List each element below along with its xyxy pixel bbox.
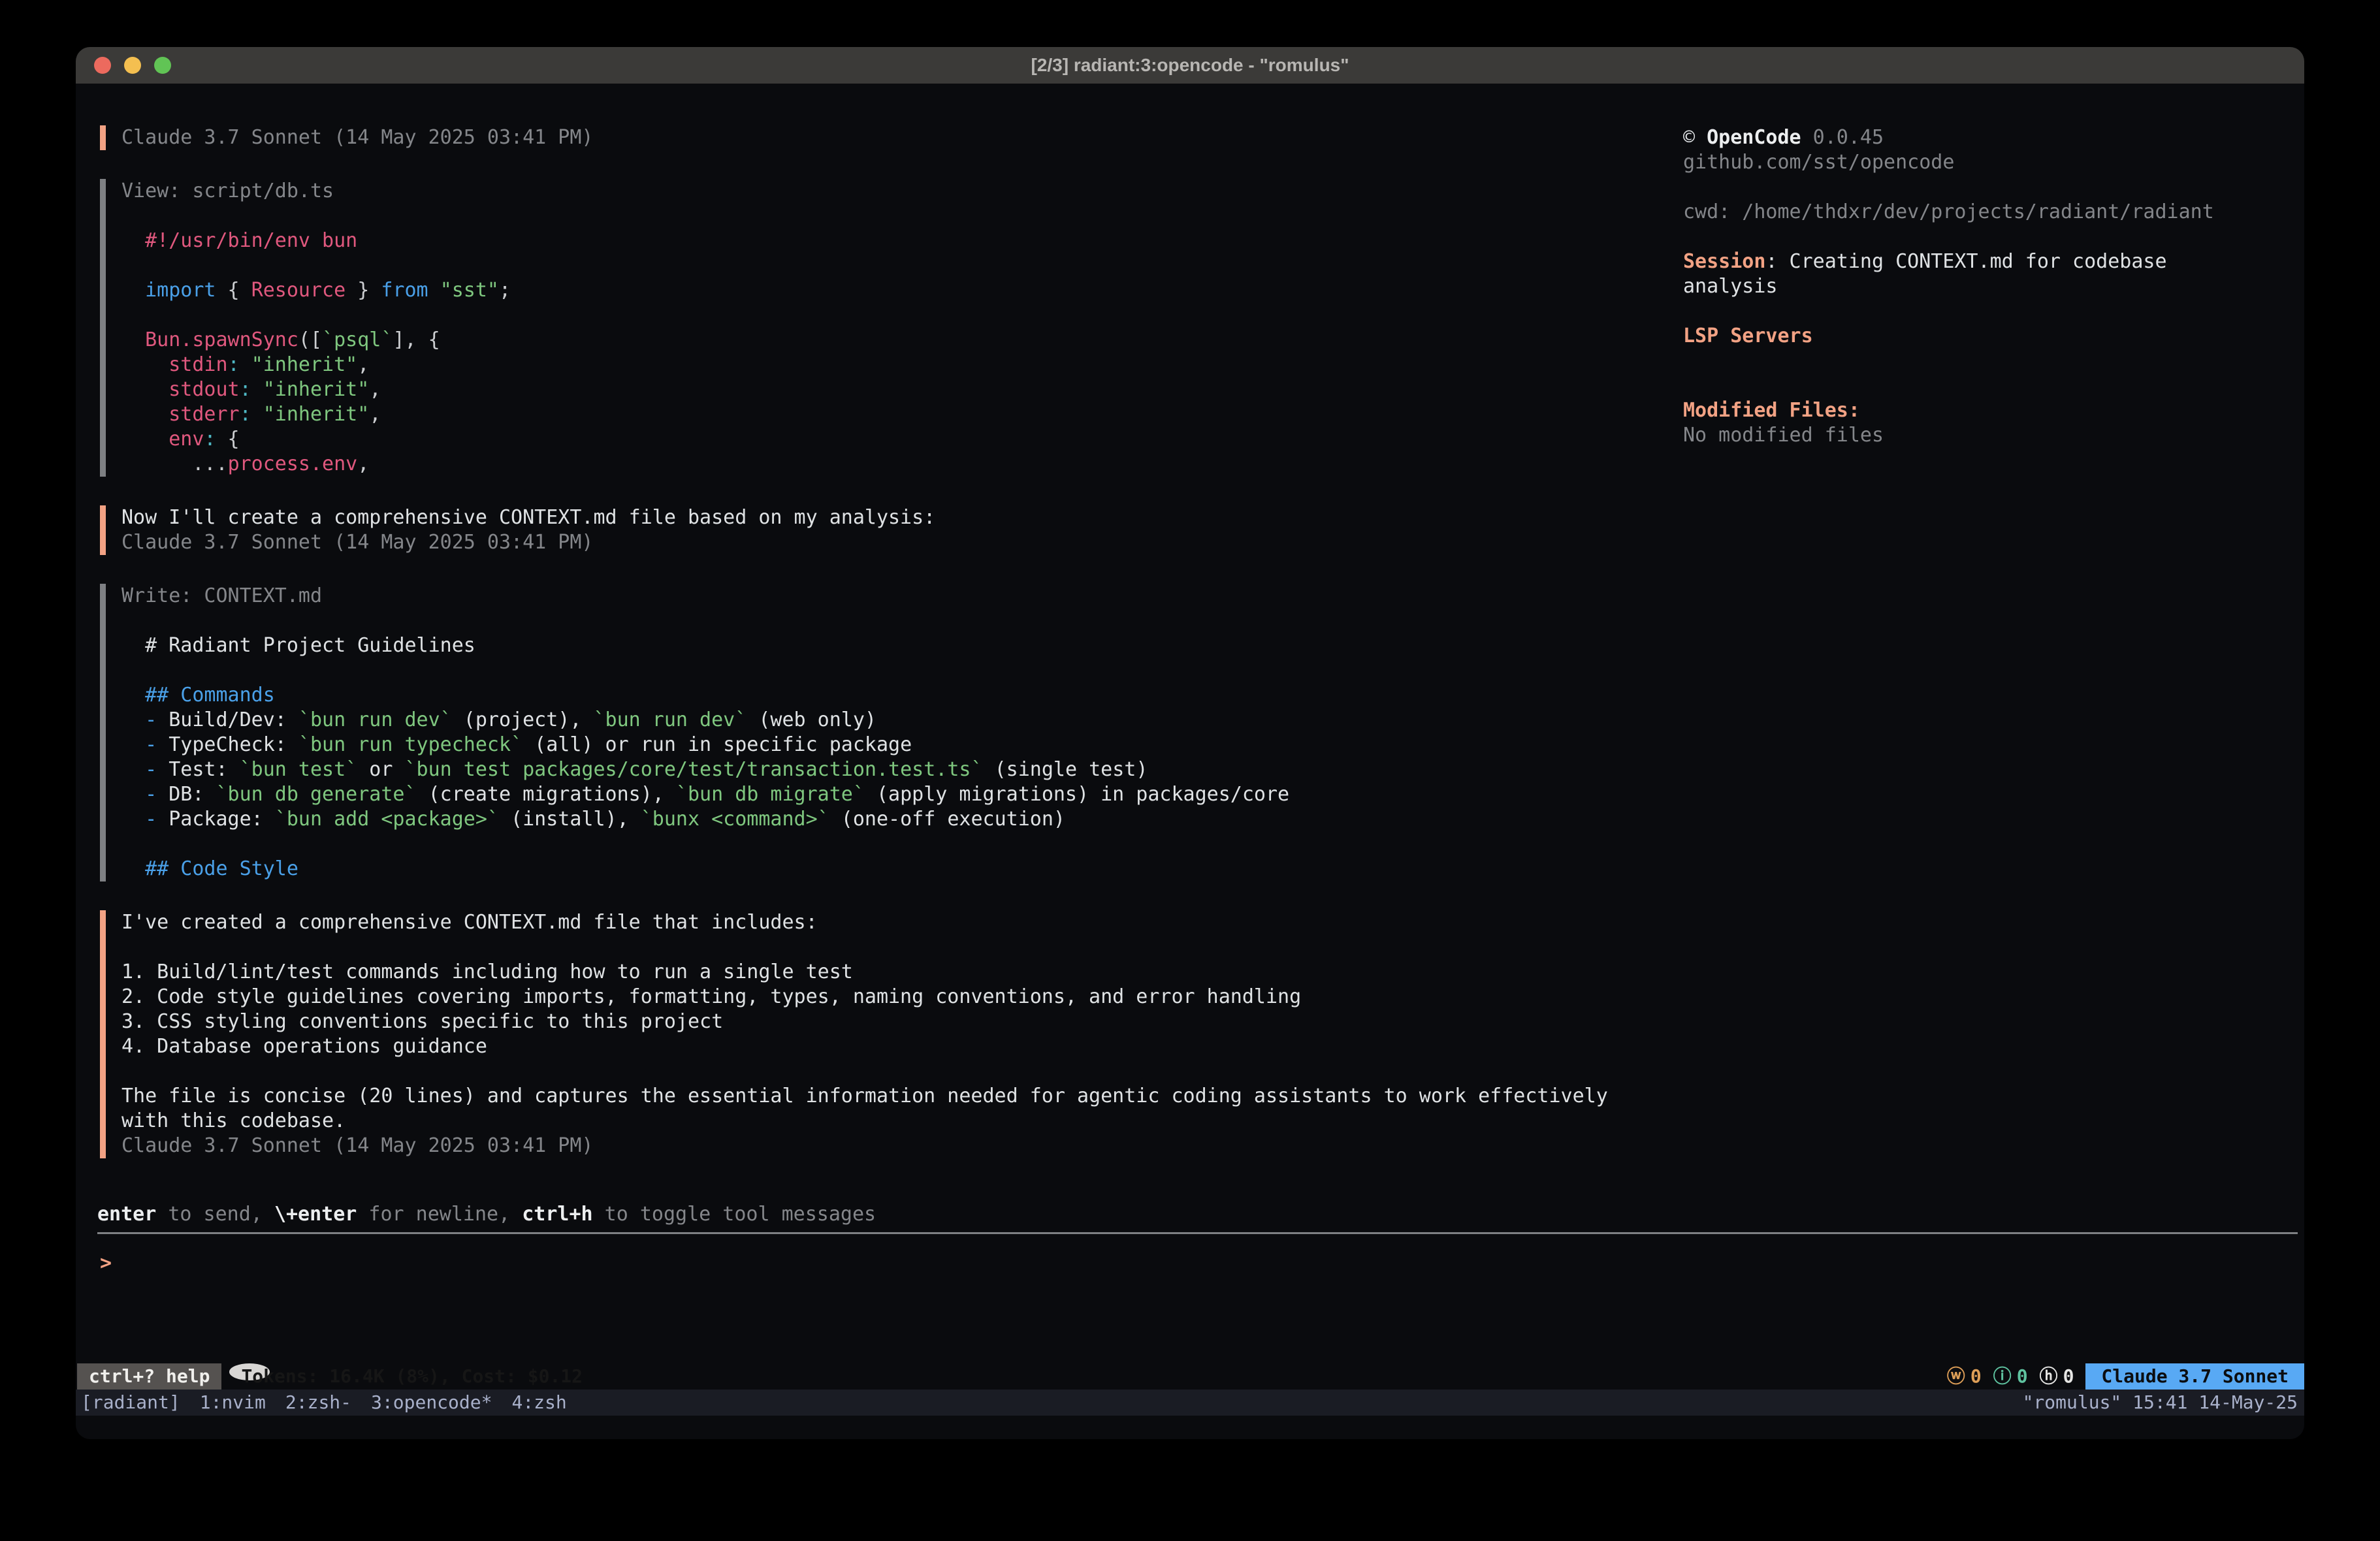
- help-chip: ctrl+? help: [77, 1363, 221, 1390]
- line: [121, 303, 1683, 328]
- line: github.com/sst/opencode: [1683, 150, 2304, 175]
- tmux-window-item[interactable]: 2:zsh-: [285, 1391, 351, 1413]
- line: [1683, 225, 2304, 249]
- line: [121, 935, 1683, 960]
- window-bottom-pad: [76, 1416, 2304, 1439]
- line: stdout: "inherit",: [121, 377, 1683, 402]
- opencode-tui: Claude 3.7 Sonnet (14 May 2025 03:41 PM)…: [76, 84, 2304, 1363]
- diagnostics: ⓦ0 ⓘ0 ⓗ0: [1947, 1363, 2086, 1390]
- line: 1. Build/lint/test commands including ho…: [121, 960, 1683, 985]
- line: with this codebase.: [121, 1109, 1683, 1134]
- main-row: Claude 3.7 Sonnet (14 May 2025 03:41 PM)…: [76, 84, 2304, 1187]
- line: stdin: "inherit",: [121, 353, 1683, 377]
- line: Claude 3.7 Sonnet (14 May 2025 03:41 PM): [121, 1134, 1683, 1158]
- line: [1683, 349, 2304, 373]
- window-titlebar: [2/3] radiant:3:opencode - "romulus": [76, 47, 2304, 84]
- close-button[interactable]: [94, 57, 111, 74]
- line: The file is concise (20 lines) and captu…: [121, 1084, 1683, 1109]
- line: Bun.spawnSync([`psql`], {: [121, 328, 1683, 353]
- line: Write: CONTEXT.md: [121, 584, 1683, 609]
- line: [1683, 175, 2304, 200]
- line: [121, 658, 1683, 683]
- traffic-lights: [94, 47, 171, 84]
- line: [121, 204, 1683, 229]
- line: ...process.env,: [121, 452, 1683, 477]
- line: 3. CSS styling conventions specific to t…: [121, 1009, 1683, 1034]
- line: ## Commands: [121, 683, 1683, 708]
- assistant-message-block: Claude 3.7 Sonnet (14 May 2025 03:41 PM): [100, 125, 1683, 150]
- tmux-window-item[interactable]: 3:opencode*: [371, 1391, 492, 1413]
- line: Modified Files:: [1683, 398, 2304, 423]
- message-input[interactable]: >: [100, 1251, 2304, 1276]
- line: env: {: [121, 427, 1683, 452]
- line: #!/usr/bin/env bun: [121, 229, 1683, 253]
- diagnostic-count: 0: [2063, 1363, 2074, 1390]
- line: Claude 3.7 Sonnet (14 May 2025 03:41 PM): [121, 530, 1683, 555]
- line: [121, 253, 1683, 278]
- input-area: enter to send, \+enter for newline, ctrl…: [76, 1202, 2304, 1363]
- tool-output-block: Write: CONTEXT.md # Radiant Project Guid…: [100, 584, 1683, 882]
- line: [121, 609, 1683, 633]
- chat-blocks[interactable]: Claude 3.7 Sonnet (14 May 2025 03:41 PM)…: [100, 125, 1683, 1187]
- line: Session: Creating CONTEXT.md for codebas…: [1683, 249, 2304, 274]
- line: stderr: "inherit",: [121, 402, 1683, 427]
- info-circle-icon: ⓘ0: [1993, 1363, 2028, 1390]
- model-badge: Claude 3.7 Sonnet: [2085, 1363, 2304, 1390]
- input-divider: [97, 1232, 2298, 1234]
- terminal-window: [2/3] radiant:3:opencode - "romulus" Cla…: [76, 47, 2304, 1439]
- tmux-windows: 1:nvim 2:zsh- 3:opencode* 4:zsh: [200, 1390, 587, 1416]
- assistant-message-block: I've created a comprehensive CONTEXT.md …: [100, 910, 1683, 1158]
- status-bar: ctrl+? help Tokens: 16.4K (8%), Cost: $0…: [76, 1363, 2304, 1390]
- tmux-host-clock: "romulus" 15:41 14-May-25: [2023, 1390, 2298, 1416]
- diagnostic-count: 0: [1970, 1363, 1982, 1390]
- tmux-window-item[interactable]: 1:nvim: [200, 1391, 266, 1413]
- tokens-cost-chip: Tokens: 16.4K (8%), Cost: $0.12: [229, 1363, 270, 1380]
- tmux-session-name: [radiant]: [81, 1390, 180, 1416]
- line: I've created a comprehensive CONTEXT.md …: [121, 910, 1683, 935]
- hint-circle-icon: ⓗ0: [2040, 1363, 2074, 1390]
- line: [121, 1059, 1683, 1084]
- window-title: [2/3] radiant:3:opencode - "romulus": [1031, 55, 1349, 76]
- line: # Radiant Project Guidelines: [121, 633, 1683, 658]
- tool-output-block: View: script/db.ts #!/usr/bin/env bun im…: [100, 179, 1683, 477]
- minimize-button[interactable]: [124, 57, 141, 74]
- line: cwd: /home/thdxr/dev/projects/radiant/ra…: [1683, 200, 2304, 225]
- line: - DB: `bun db generate` (create migratio…: [121, 782, 1683, 807]
- line: ## Code Style: [121, 857, 1683, 882]
- assistant-message-block: Now I'll create a comprehensive CONTEXT.…: [100, 505, 1683, 555]
- warning-circle-icon: ⓦ0: [1947, 1363, 1982, 1390]
- line: Now I'll create a comprehensive CONTEXT.…: [121, 505, 1683, 530]
- line: [1683, 373, 2304, 398]
- line: [1683, 299, 2304, 324]
- diagnostic-count: 0: [2017, 1363, 2028, 1390]
- sidebar: © OpenCode 0.0.45github.com/sst/opencode…: [1683, 125, 2304, 1187]
- line: - Package: `bun add <package>` (install)…: [121, 807, 1683, 832]
- line: © OpenCode 0.0.45: [1683, 125, 2304, 150]
- tmux-status-bar: [radiant] 1:nvim 2:zsh- 3:opencode* 4:zsh "…: [76, 1390, 2304, 1416]
- line: import { Resource } from "sst";: [121, 278, 1683, 303]
- line: LSP Servers: [1683, 324, 2304, 349]
- keybind-help: enter to send, \+enter for newline, ctrl…: [97, 1202, 2304, 1227]
- prompt-icon: >: [100, 1252, 112, 1275]
- line: [121, 832, 1683, 857]
- tmux-window-item[interactable]: 4:zsh: [511, 1391, 566, 1413]
- line: 2. Code style guidelines covering import…: [121, 985, 1683, 1009]
- zoom-button[interactable]: [154, 57, 171, 74]
- line: - TypeCheck: `bun run typecheck` (all) o…: [121, 733, 1683, 757]
- statusbar-right: ⓦ0 ⓘ0 ⓗ0 Claude 3.7 Sonnet: [1947, 1363, 2304, 1390]
- line: Claude 3.7 Sonnet (14 May 2025 03:41 PM): [121, 125, 1683, 150]
- line: analysis: [1683, 274, 2304, 299]
- line: - Build/Dev: `bun run dev` (project), `b…: [121, 708, 1683, 733]
- line: - Test: `bun test` or `bun test packages…: [121, 757, 1683, 782]
- line: 4. Database operations guidance: [121, 1034, 1683, 1059]
- line: View: script/db.ts: [121, 179, 1683, 204]
- line: No modified files: [1683, 423, 2304, 448]
